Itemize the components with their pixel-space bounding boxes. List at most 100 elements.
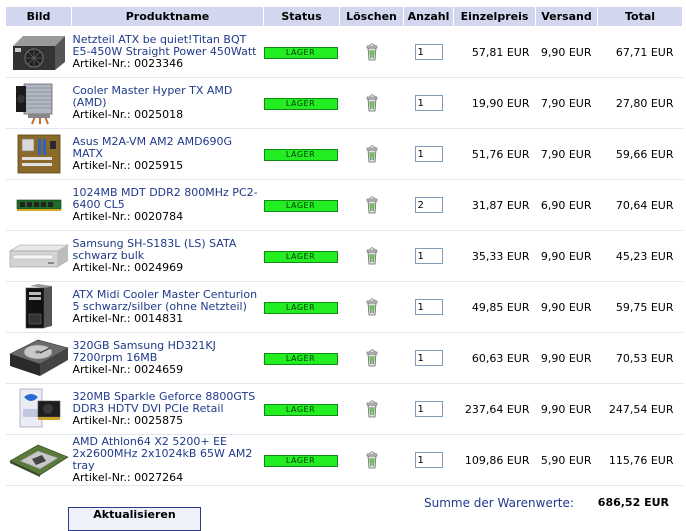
article-number: Artikel-Nr.: 0024659 bbox=[72, 363, 184, 376]
status-cell: LAGER bbox=[263, 332, 340, 384]
stock-status-badge: LAGER bbox=[263, 403, 338, 416]
line-total: 45,23 EUR bbox=[597, 230, 683, 282]
stock-status-badge: LAGER bbox=[263, 250, 338, 263]
subtotal-value: 686,52 EUR bbox=[597, 496, 669, 509]
header-versand: Versand bbox=[535, 6, 598, 27]
table-row: ATX Midi Cooler Master Centurion 5 schwa… bbox=[5, 281, 683, 333]
psu-image[interactable] bbox=[9, 32, 69, 72]
line-total: 70,53 EUR bbox=[597, 332, 683, 384]
product-name-cell: 320GB Samsung HD321KJ 7200rpm 16MB Artik… bbox=[71, 332, 264, 384]
delete-cell bbox=[339, 332, 404, 384]
trash-icon[interactable] bbox=[364, 43, 380, 61]
unit-price: 31,87 EUR bbox=[453, 179, 536, 231]
quantity-input[interactable] bbox=[414, 146, 443, 162]
quantity-input[interactable] bbox=[414, 248, 443, 264]
ram-image[interactable] bbox=[16, 198, 62, 212]
product-name-cell: 320MB Sparkle Geforce 8800GTS DDR3 HDTV … bbox=[71, 383, 264, 435]
product-name-link[interactable]: AMD Athlon64 X2 5200+ EE 2x2600MHz 2x102… bbox=[73, 436, 264, 472]
quantity-cell bbox=[403, 179, 454, 231]
shipping-price: 9,90 EUR bbox=[535, 26, 598, 78]
article-number: Artikel-Nr.: 0014831 bbox=[72, 312, 184, 325]
header-produktname: Produktname bbox=[71, 6, 264, 27]
product-name-cell: ATX Midi Cooler Master Centurion 5 schwa… bbox=[71, 281, 264, 333]
article-number: Artikel-Nr.: 0025875 bbox=[72, 414, 184, 427]
header-total: Total bbox=[597, 6, 683, 27]
product-name-cell: AMD Athlon64 X2 5200+ EE 2x2600MHz 2x102… bbox=[71, 434, 264, 486]
table-row: 320GB Samsung HD321KJ 7200rpm 16MB Artik… bbox=[5, 332, 683, 384]
status-cell: LAGER bbox=[263, 26, 340, 78]
product-name-link[interactable]: Asus M2A-VM AM2 AMD690G MATX bbox=[73, 136, 264, 160]
product-name-cell: Netzteil ATX be quiet!Titan BQT E5-450W … bbox=[71, 26, 264, 78]
article-number: Artikel-Nr.: 0020784 bbox=[72, 210, 184, 223]
trash-icon[interactable] bbox=[364, 145, 380, 163]
product-name-link[interactable]: 320GB Samsung HD321KJ 7200rpm 16MB bbox=[73, 340, 264, 364]
header-loeschen: Löschen bbox=[339, 6, 404, 27]
trash-icon[interactable] bbox=[364, 349, 380, 367]
hdd-image[interactable] bbox=[8, 338, 70, 378]
status-cell: LAGER bbox=[263, 230, 340, 282]
motherboard-image[interactable] bbox=[16, 133, 62, 175]
product-name-cell: 1024MB MDT DDR2 800MHz PC2-6400 CL5 Arti… bbox=[71, 179, 264, 231]
quantity-cell bbox=[403, 26, 454, 78]
trash-icon[interactable] bbox=[364, 196, 380, 214]
product-name-link[interactable]: Cooler Master Hyper TX AMD (AMD) bbox=[73, 85, 264, 109]
stock-status-badge: LAGER bbox=[263, 199, 338, 212]
product-name-link[interactable]: 1024MB MDT DDR2 800MHz PC2-6400 CL5 bbox=[73, 187, 264, 211]
product-name-cell: Samsung SH-S183L (LS) SATA schwarz bulk … bbox=[71, 230, 264, 282]
product-image-cell bbox=[5, 26, 72, 78]
delete-cell bbox=[339, 77, 404, 129]
gpu-image[interactable] bbox=[16, 387, 62, 431]
shopping-cart-table: Bild Produktname Status Löschen Anzahl E… bbox=[5, 6, 683, 486]
article-number: Artikel-Nr.: 0023346 bbox=[72, 57, 184, 70]
cpu-cooler-image[interactable] bbox=[14, 80, 64, 126]
trash-icon[interactable] bbox=[364, 247, 380, 265]
quantity-cell bbox=[403, 281, 454, 333]
line-total: 27,80 EUR bbox=[597, 77, 683, 129]
product-image-cell bbox=[5, 434, 72, 486]
quantity-cell bbox=[403, 383, 454, 435]
shipping-price: 7,90 EUR bbox=[535, 77, 598, 129]
quantity-cell bbox=[403, 77, 454, 129]
product-name-link[interactable]: ATX Midi Cooler Master Centurion 5 schwa… bbox=[73, 289, 264, 313]
status-cell: LAGER bbox=[263, 179, 340, 231]
cpu-image[interactable] bbox=[8, 441, 70, 479]
line-total: 70,64 EUR bbox=[597, 179, 683, 231]
article-number: Artikel-Nr.: 0024969 bbox=[72, 261, 184, 274]
header-bild: Bild bbox=[5, 6, 72, 27]
shipping-price: 9,90 EUR bbox=[535, 383, 598, 435]
product-name-link[interactable]: Samsung SH-S183L (LS) SATA schwarz bulk bbox=[73, 238, 264, 262]
quantity-input[interactable] bbox=[414, 44, 443, 60]
table-row: AMD Athlon64 X2 5200+ EE 2x2600MHz 2x102… bbox=[5, 434, 683, 486]
unit-price: 237,64 EUR bbox=[453, 383, 536, 435]
dvd-drive-image[interactable] bbox=[8, 243, 70, 269]
trash-icon[interactable] bbox=[364, 451, 380, 469]
product-name-cell: Cooler Master Hyper TX AMD (AMD) Artikel… bbox=[71, 77, 264, 129]
case-image[interactable] bbox=[24, 284, 54, 330]
quantity-input[interactable] bbox=[414, 95, 443, 111]
delete-cell bbox=[339, 26, 404, 78]
update-cart-button[interactable]: Aktualisieren bbox=[68, 507, 201, 531]
quantity-input[interactable] bbox=[414, 299, 443, 315]
status-cell: LAGER bbox=[263, 128, 340, 180]
line-total: 59,75 EUR bbox=[597, 281, 683, 333]
quantity-input[interactable] bbox=[414, 452, 443, 468]
quantity-input[interactable] bbox=[414, 197, 443, 213]
product-name-link[interactable]: Netzteil ATX be quiet!Titan BQT E5-450W … bbox=[73, 34, 264, 58]
unit-price: 109,86 EUR bbox=[453, 434, 536, 486]
quantity-input[interactable] bbox=[414, 350, 443, 366]
unit-price: 19,90 EUR bbox=[453, 77, 536, 129]
trash-icon[interactable] bbox=[364, 94, 380, 112]
trash-icon[interactable] bbox=[364, 400, 380, 418]
quantity-input[interactable] bbox=[414, 401, 443, 417]
line-total: 59,66 EUR bbox=[597, 128, 683, 180]
delete-cell bbox=[339, 128, 404, 180]
product-name-cell: Asus M2A-VM AM2 AMD690G MATX Artikel-Nr.… bbox=[71, 128, 264, 180]
trash-icon[interactable] bbox=[364, 298, 380, 316]
header-status: Status bbox=[263, 6, 340, 27]
stock-status-badge: LAGER bbox=[263, 97, 338, 110]
shipping-price: 9,90 EUR bbox=[535, 230, 598, 282]
line-total: 67,71 EUR bbox=[597, 26, 683, 78]
product-name-link[interactable]: 320MB Sparkle Geforce 8800GTS DDR3 HDTV … bbox=[73, 391, 264, 415]
shipping-price: 5,90 EUR bbox=[535, 434, 598, 486]
shipping-price: 7,90 EUR bbox=[535, 128, 598, 180]
